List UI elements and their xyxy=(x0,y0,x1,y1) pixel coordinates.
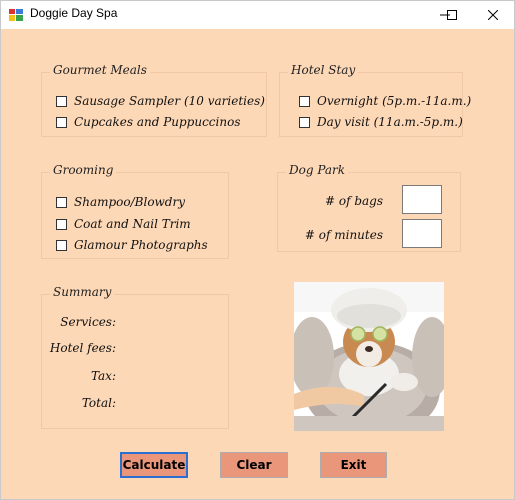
grooming-legend: Grooming xyxy=(50,163,117,177)
services-label: Services: xyxy=(60,315,116,329)
checkbox-label: Cupcakes and Puppuccinos xyxy=(74,115,241,129)
day-visit-checkbox[interactable]: Day visit (11a.m.-5p.m.) xyxy=(299,115,463,129)
minutes-label: # of minutes xyxy=(304,228,383,242)
gourmet-meals-legend: Gourmet Meals xyxy=(50,63,150,77)
sausage-sampler-checkbox[interactable]: Sausage Sampler (10 varieties) xyxy=(56,94,265,108)
spa-dog-photo xyxy=(294,282,444,431)
minutes-input[interactable] xyxy=(402,219,442,248)
coat-nail-trim-checkbox[interactable]: Coat and Nail Trim xyxy=(56,217,191,231)
checkbox-label: Glamour Photographs xyxy=(74,238,208,252)
hotel-stay-group: Hotel Stay Overnight (5p.m.-11a.m.) Day … xyxy=(279,63,471,137)
exit-button[interactable]: Exit xyxy=(320,452,387,478)
dog-park-group: Dog Park # of bags # of minutes xyxy=(277,163,461,252)
maximize-icon xyxy=(447,10,457,20)
maximize-button[interactable] xyxy=(430,1,474,29)
app-icon xyxy=(9,8,23,22)
cupcakes-checkbox[interactable]: Cupcakes and Puppuccinos xyxy=(56,115,240,129)
checkbox-label: Day visit (11a.m.-5p.m.) xyxy=(317,115,463,129)
bags-input[interactable] xyxy=(402,185,442,214)
checkbox-box[interactable] xyxy=(56,95,67,107)
dog-park-legend: Dog Park xyxy=(286,163,349,177)
bags-label: # of bags xyxy=(324,194,383,208)
checkbox-box[interactable] xyxy=(299,116,310,128)
summary-group: Summary Services: Hotel fees: Tax: Total… xyxy=(41,285,229,429)
checkbox-label: Sausage Sampler (10 varieties) xyxy=(74,94,265,108)
checkbox-label: Coat and Nail Trim xyxy=(74,217,191,231)
close-button[interactable] xyxy=(471,1,514,29)
overnight-checkbox[interactable]: Overnight (5p.m.-11a.m.) xyxy=(299,94,471,108)
clear-button[interactable]: Clear xyxy=(220,452,288,478)
total-label: Total: xyxy=(81,396,116,410)
tax-label: Tax: xyxy=(90,369,116,383)
title-bar[interactable]: Doggie Day Spa xyxy=(1,1,514,29)
glamour-photographs-checkbox[interactable]: Glamour Photographs xyxy=(56,238,208,252)
checkbox-label: Overnight (5p.m.-11a.m.) xyxy=(317,94,472,108)
summary-legend: Summary xyxy=(50,285,115,299)
app-window: Doggie Day Spa Gourmet Meals Sausage Sam… xyxy=(0,0,515,500)
checkbox-box[interactable] xyxy=(56,116,67,128)
checkbox-box[interactable] xyxy=(56,239,67,251)
calculate-button[interactable]: Calculate xyxy=(120,452,188,478)
checkbox-box[interactable] xyxy=(56,218,67,230)
checkbox-box[interactable] xyxy=(56,196,67,208)
checkbox-label: Shampoo/Blowdry xyxy=(74,195,186,209)
window-title: Doggie Day Spa xyxy=(30,6,118,20)
checkbox-box[interactable] xyxy=(299,95,310,107)
hotel-fees-label: Hotel fees: xyxy=(49,341,116,355)
grooming-group: Grooming Shampoo/Blowdry Coat and Nail T… xyxy=(41,163,229,259)
close-icon xyxy=(487,10,498,20)
shampoo-checkbox[interactable]: Shampoo/Blowdry xyxy=(56,195,185,209)
gourmet-meals-group: Gourmet Meals Sausage Sampler (10 variet… xyxy=(41,63,267,137)
hotel-stay-legend: Hotel Stay xyxy=(288,63,359,77)
